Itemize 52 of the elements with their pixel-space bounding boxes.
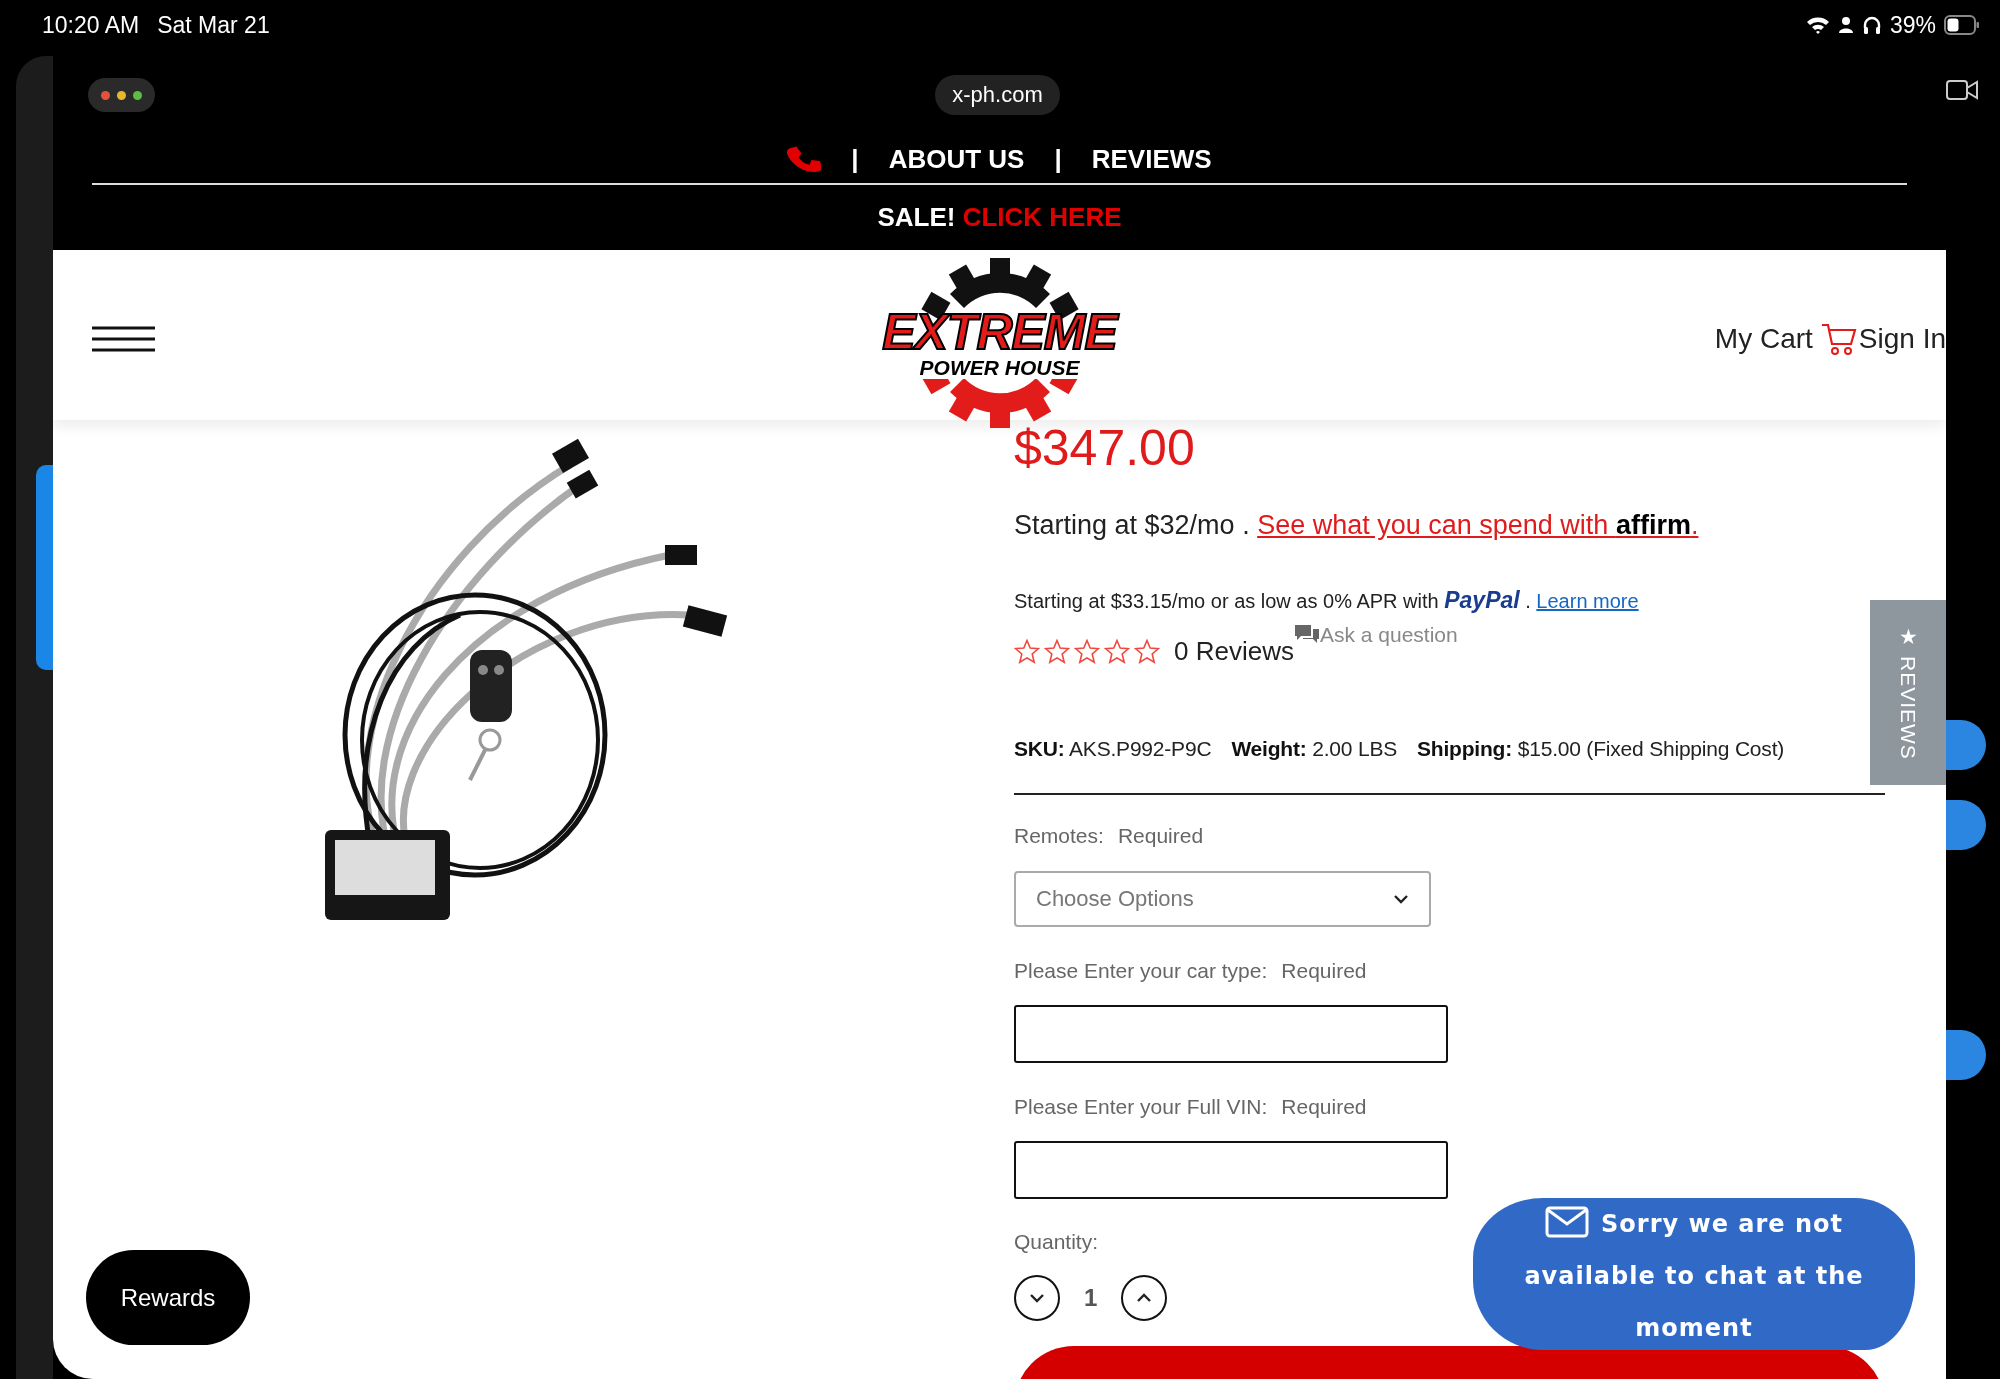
status-time: 10:20 AM xyxy=(42,11,140,39)
status-date: Sat Mar 21 xyxy=(157,11,270,39)
envelope-icon xyxy=(1545,1206,1589,1238)
wifi-icon xyxy=(1805,16,1830,34)
required-label: Required xyxy=(1117,823,1204,849)
rewards-button[interactable]: Rewards xyxy=(86,1250,250,1345)
quantity-value[interactable]: 1 xyxy=(1084,1284,1098,1312)
field-label: Please Enter your car type: xyxy=(1014,958,1268,984)
chevron-up-icon xyxy=(1136,1293,1153,1303)
sale-link[interactable]: CLICK HERE xyxy=(962,202,1122,232)
nav-separator: | xyxy=(851,143,859,175)
increase-quantity-button[interactable] xyxy=(1121,1275,1168,1321)
spec-text: Shipping: $15.00 (Fixed Shipping Cost) xyxy=(1417,736,1785,762)
required-label: Required xyxy=(1281,958,1367,984)
headphones-icon xyxy=(1861,15,1882,35)
menu-icon[interactable] xyxy=(92,326,155,352)
logo-title[interactable]: EXTREME xyxy=(882,307,1117,357)
nav-link[interactable]: ABOUT US xyxy=(888,143,1025,175)
sale-banner-text: SALE! CLICK HERE xyxy=(877,202,1122,233)
spec-text: Weight: 2.00 LBS xyxy=(1231,736,1398,762)
financing-text: Starting at $32/mo . See what you can spend with affirm. xyxy=(1014,509,1699,542)
product-price: $347.00 xyxy=(1014,420,1195,476)
nav-separator: | xyxy=(1054,143,1062,175)
learn-more-link[interactable]: Learn more xyxy=(1536,590,1639,612)
cart-link[interactable]: My Cart xyxy=(1714,323,1813,355)
bubble-icon[interactable] xyxy=(1946,1030,1986,1080)
chevron-down-icon xyxy=(1029,1293,1045,1303)
spec-text: SKU: AKS.P992-P9C xyxy=(1014,736,1212,762)
battery-icon xyxy=(1944,15,1980,35)
cart-icon[interactable] xyxy=(1820,322,1857,356)
bubble-icon[interactable] xyxy=(1946,800,1986,850)
window-controls[interactable] xyxy=(88,78,155,112)
sign-in-link[interactable]: Sign In xyxy=(1858,323,1946,355)
options-dropdown[interactable]: Choose Options xyxy=(1014,871,1431,927)
quantity-label: Quantity: xyxy=(1014,1229,1099,1255)
review-count[interactable]: 0 Reviews xyxy=(1174,633,1294,669)
input-field[interactable] xyxy=(1014,1141,1448,1199)
affirm-link[interactable]: See what you can spend with affirm. xyxy=(1257,510,1699,540)
field-label: Please Enter your Full VIN: xyxy=(1014,1094,1268,1120)
chevron-down-icon xyxy=(1393,894,1409,904)
decrease-quantity-button[interactable] xyxy=(1014,1275,1060,1321)
field-label: Remotes: xyxy=(1014,823,1104,849)
paypal-financing-text: Starting at $33.15/mo or as low as 0% APR with PayPal . Learn more xyxy=(1014,587,1639,614)
ask-question-link[interactable]: Ask a question xyxy=(1293,623,1458,647)
person-icon xyxy=(1837,16,1854,34)
input-field[interactable] xyxy=(1014,1005,1448,1063)
chat-button[interactable]: Sorry we are not available to chat at the moment xyxy=(1473,1198,1915,1350)
bubble-icon[interactable] xyxy=(1946,720,1986,770)
required-label: Required xyxy=(1281,1094,1367,1120)
url-field[interactable]: x-ph.com xyxy=(935,75,1060,115)
nav-link[interactable]: REVIEWS xyxy=(1091,143,1212,175)
battery-percent: 39% xyxy=(1889,11,1936,39)
